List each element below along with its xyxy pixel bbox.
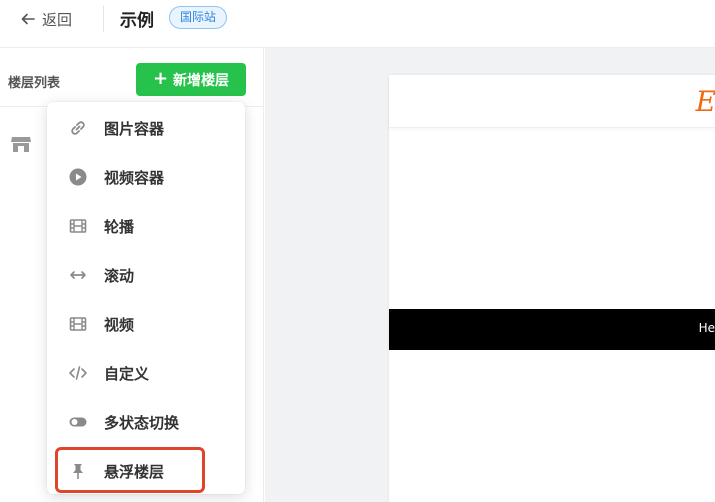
- plus-icon: +: [152, 67, 169, 89]
- menu-item-label: 滚动: [104, 266, 135, 285]
- menu-item-floating-floor[interactable]: 悬浮楼层: [47, 451, 245, 491]
- preview-black-banner: He: [389, 309, 715, 350]
- back-button[interactable]: 返回: [20, 9, 72, 29]
- site-badge: 国际站: [169, 6, 228, 29]
- add-floor-dropdown: 图片容器 视频容器 轮播 滚动 视频 自定义 多状态切换 悬浮楼层: [47, 102, 245, 494]
- brand-logo: El: [695, 85, 715, 118]
- pin-icon: [67, 460, 89, 482]
- add-floor-label: 新增楼层: [173, 72, 230, 89]
- header-divider: [103, 6, 104, 32]
- menu-item-label: 多状态切换: [104, 413, 180, 432]
- top-header: 返回 示例 国际站: [0, 0, 715, 48]
- floor-list-item[interactable]: [10, 134, 46, 154]
- play-circle-icon: [67, 166, 89, 188]
- menu-item-carousel[interactable]: 轮播: [47, 206, 245, 246]
- page-title: 示例: [120, 11, 154, 31]
- canvas-area: El He: [265, 48, 715, 502]
- code-icon: [67, 362, 89, 384]
- link-icon: [67, 117, 89, 139]
- film-icon: [67, 215, 89, 237]
- store-icon: [11, 137, 31, 152]
- menu-item-image-container[interactable]: 图片容器: [47, 108, 245, 148]
- sidebar-title: 楼层列表: [8, 76, 61, 91]
- menu-item-label: 悬浮楼层: [104, 462, 165, 481]
- page-preview[interactable]: El He: [389, 75, 715, 502]
- menu-item-label: 轮播: [104, 217, 135, 236]
- film-icon: [67, 313, 89, 335]
- horizontal-arrows-icon: [67, 264, 89, 286]
- floor-item-label: [42, 136, 46, 152]
- menu-item-label: 视频: [104, 315, 135, 334]
- menu-item-video[interactable]: 视频: [47, 304, 245, 344]
- sidebar-header: 楼层列表 + 新增楼层: [0, 48, 264, 107]
- menu-item-label: 自定义: [104, 364, 150, 383]
- menu-item-video-container[interactable]: 视频容器: [47, 157, 245, 197]
- arrow-left-icon: [21, 13, 35, 25]
- back-label: 返回: [42, 10, 73, 29]
- menu-item-multi-state[interactable]: 多状态切换: [47, 402, 245, 442]
- menu-item-custom[interactable]: 自定义: [47, 353, 245, 393]
- menu-item-label: 视频容器: [104, 168, 165, 187]
- toggle-icon: [67, 411, 89, 433]
- add-floor-button[interactable]: + 新增楼层: [136, 63, 246, 96]
- banner-text: He: [698, 321, 715, 335]
- menu-item-label: 图片容器: [104, 119, 165, 138]
- menu-item-scroll[interactable]: 滚动: [47, 255, 245, 295]
- preview-top-bar: El: [389, 75, 715, 128]
